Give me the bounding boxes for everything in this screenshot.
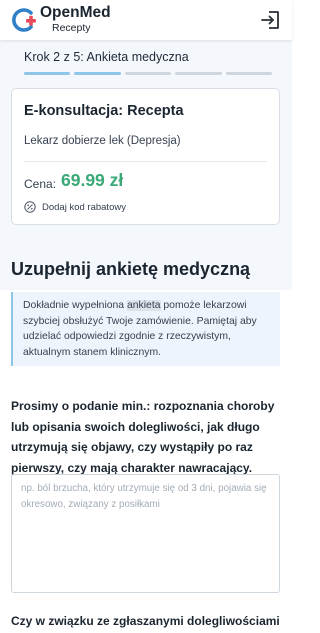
symptoms-textarea[interactable] [11,474,280,593]
info-highlight: ankieta [126,300,161,311]
info-text-start: Dokładnie wypełniona [23,300,127,311]
openmed-logo-icon[interactable] [9,6,37,34]
brand-name: OpenMed [40,4,111,21]
logout-icon[interactable] [259,8,283,32]
discount-link-label: Dodaj kod rabatowy [42,201,126,213]
survey-info-text: Dokładnie wypełniona ankieta pomoże leka… [23,298,274,360]
progress-segment-1 [24,72,71,75]
progress-segment-3 [124,72,172,75]
progress-segment-2 [74,72,121,75]
survey-title: Uzupełnij ankietę medyczną [11,259,251,279]
progress-segment-5 [225,72,273,75]
product-title: E-konsultacja: Recepta [24,103,184,119]
discount-icon [24,201,36,213]
price-label: Cena: [24,177,57,191]
card-divider [24,161,267,162]
product-card: E-konsultacja: Recepta Lekarz dobierze l… [11,88,280,225]
question-symptoms-label: Prosimy o podanie min.: rozpoznania chor… [11,399,275,475]
product-description: Lekarz dobierze lek (Depresja) [24,135,181,147]
progress-segment-4 [175,72,222,75]
question-related-label: Czy w związku ze zgłaszanymi dolegliwośc… [11,614,280,628]
add-discount-code-link[interactable]: Dodaj kod rabatowy [24,201,126,213]
step-label: Krok 2 z 5: Ankieta medyczna [24,50,189,64]
brand-subtitle: Recepty [52,22,91,34]
price-value: 69.99 zł [61,170,124,190]
survey-info-box: Dokładnie wypełniona ankieta pomoże leka… [11,292,280,366]
step-progress-bar [24,72,273,76]
app-header: OpenMed Recepty [0,0,292,40]
